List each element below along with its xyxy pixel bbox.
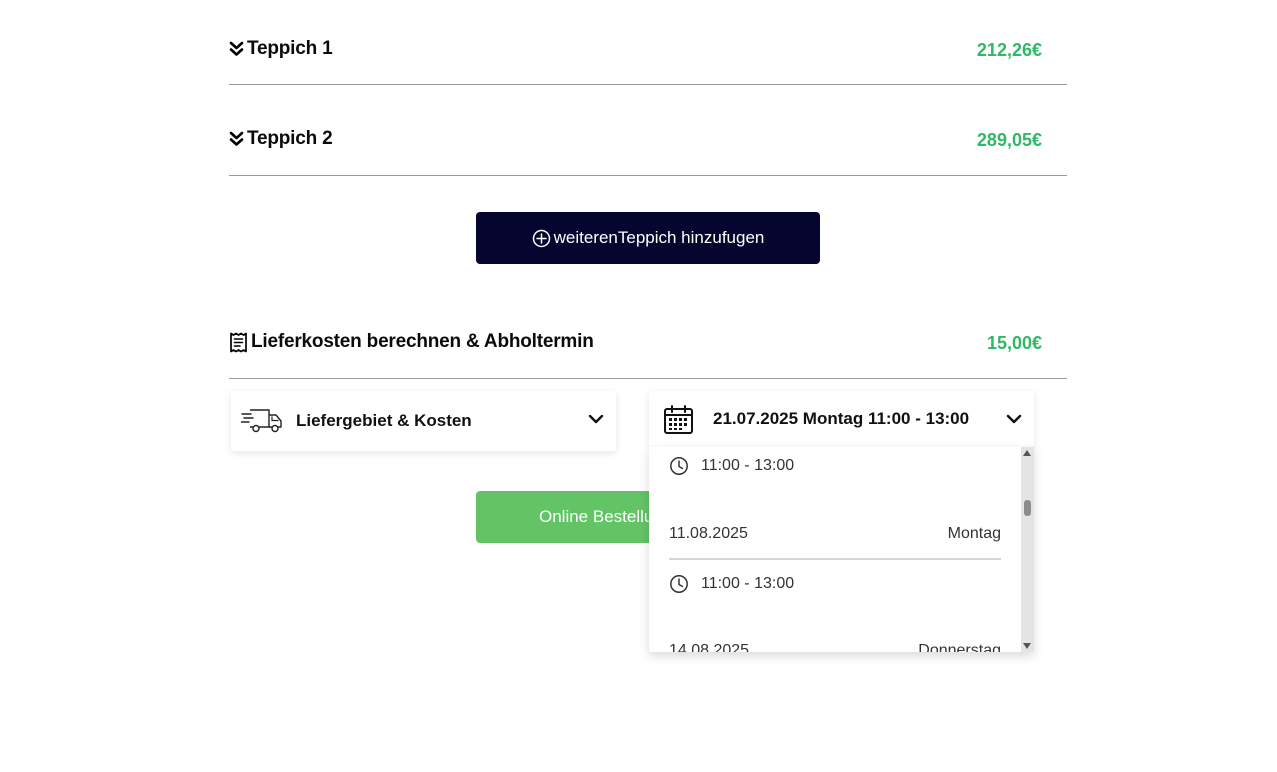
scroll-up-arrow-icon[interactable] (1023, 450, 1031, 456)
delivery-price: 15,00€ (986, 333, 1042, 353)
pickup-date-label: 21.07.2025 Montag 11:00 - 13:00 (713, 409, 970, 428)
item-title-label: Teppich 1 (247, 38, 333, 59)
chevron-down-icon (1006, 413, 1022, 425)
pickup-date-dropdown[interactable]: 11:00 - 13:00 11.08.2025 Montag 11:00 - … (649, 447, 1034, 652)
receipt-icon (229, 332, 248, 353)
day-divider (669, 558, 1001, 560)
clock-icon (669, 574, 689, 594)
calendar-icon (663, 404, 694, 435)
time-slot-label: 11:00 - 13:00 (701, 457, 795, 474)
delivery-row: Lieferkosten berechnen & Abholtermin 15,… (229, 300, 1067, 379)
day-date: 11.08.2025 (669, 525, 748, 542)
day-date: 14.08.2025 (669, 642, 750, 652)
item-title-1[interactable]: Teppich 1 (229, 38, 333, 60)
clock-icon (669, 456, 689, 476)
time-slot-option[interactable]: 11:00 - 13:00 (669, 574, 794, 594)
scrollbar-thumb[interactable] (1024, 500, 1031, 516)
time-slot-label: 11:00 - 13:00 (701, 575, 795, 592)
chevrons-down-icon (229, 41, 244, 57)
chevrons-down-icon (229, 131, 244, 147)
item-price-2: 289,05€ (976, 130, 1042, 150)
day-header: 11.08.2025 Montag (669, 525, 1001, 543)
add-carpet-button[interactable]: weiterenTeppich hinzufugen (476, 212, 820, 264)
dropdown-list: 11:00 - 13:00 11.08.2025 Montag 11:00 - … (649, 447, 1021, 652)
delivery-area-label: Liefergebiet & Kosten (296, 411, 472, 430)
page: Teppich 1 212,26€ Teppich 2 289,05€ weit… (0, 0, 1277, 772)
item-title-label: Teppich 2 (247, 128, 333, 149)
day-weekday: Donnerstag (918, 642, 1001, 652)
day-header: 14.08.2025 Donnerstag (669, 642, 1001, 652)
truck-icon (241, 408, 283, 434)
online-order-label: Online Bestellu (539, 507, 654, 526)
item-title-2[interactable]: Teppich 2 (229, 128, 333, 150)
plus-circle-icon (532, 229, 551, 248)
add-carpet-label: weiterenTeppich hinzufugen (553, 228, 765, 247)
delivery-area-select[interactable]: Liefergebiet & Kosten (231, 391, 616, 451)
item-row-1[interactable]: Teppich 1 212,26€ (229, 0, 1067, 85)
delivery-title: Lieferkosten berechnen & Abholtermin (229, 331, 594, 353)
item-row-2[interactable]: Teppich 2 289,05€ (229, 85, 1067, 176)
chevron-down-icon (588, 413, 604, 425)
scroll-down-arrow-icon[interactable] (1023, 643, 1031, 649)
delivery-title-label: Lieferkosten berechnen & Abholtermin (251, 331, 594, 352)
item-price-1: 212,26€ (976, 40, 1042, 60)
day-weekday: Montag (947, 525, 1001, 542)
dropdown-scrollbar[interactable] (1021, 447, 1034, 652)
pickup-date-select[interactable]: 21.07.2025 Montag 11:00 - 13:00 (649, 391, 1034, 447)
time-slot-option[interactable]: 11:00 - 13:00 (669, 456, 794, 476)
